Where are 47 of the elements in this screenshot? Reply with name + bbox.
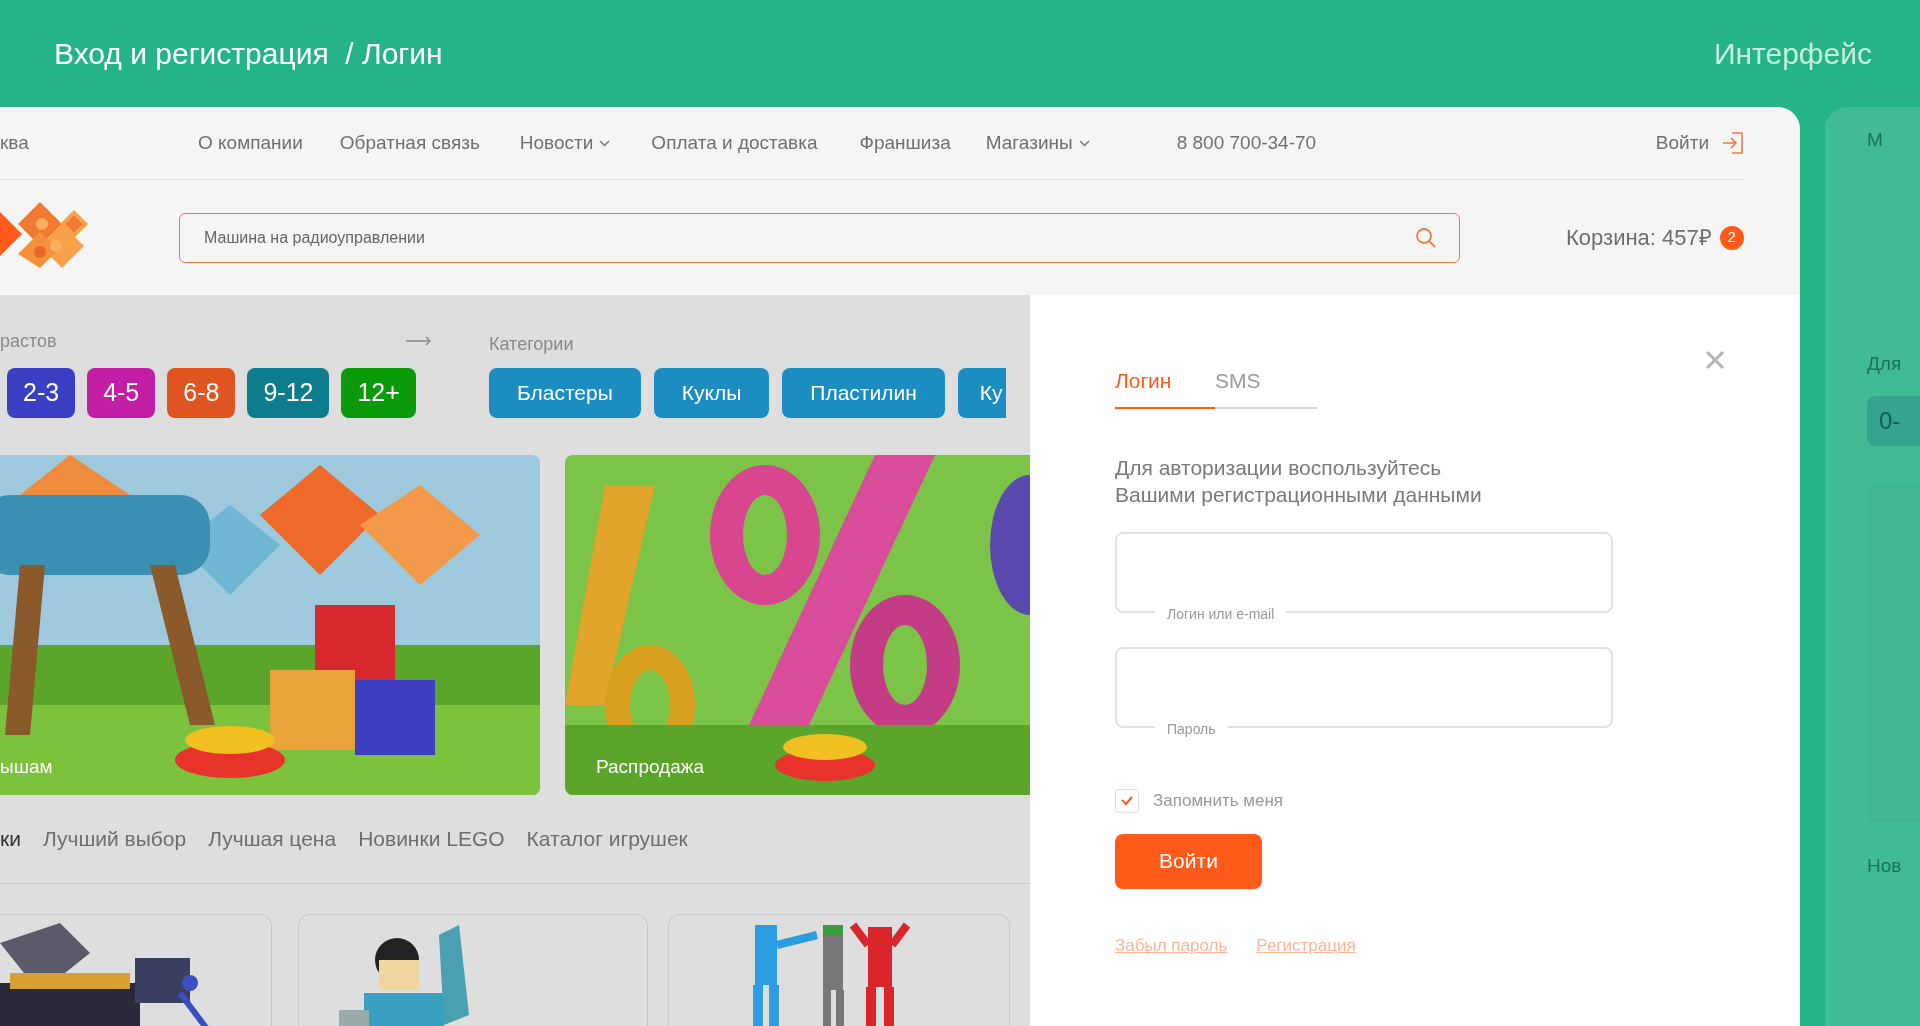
banner-caption[interactable]: Распродажа	[596, 752, 705, 781]
collection-tab[interactable]: Новинки LEGO	[358, 823, 505, 855]
phone-number: 8 800 700-34-70	[1176, 130, 1317, 155]
presentation-title: Вход и регистрация / Логин	[54, 36, 443, 72]
checkbox[interactable]	[1115, 788, 1139, 813]
nav-link[interactable]: Оплата и доставка	[651, 128, 818, 158]
age-filter-button[interactable]: 6-8	[167, 368, 236, 418]
city-label: М	[1867, 127, 1883, 152]
nav-link[interactable]: О компании	[198, 128, 303, 158]
check-icon	[1121, 795, 1133, 806]
age-filter-button[interactable]: 12+	[341, 368, 416, 418]
sign-in-icon	[1721, 131, 1745, 155]
collection-tab[interactable]: ки	[0, 823, 21, 855]
login-tab[interactable]: Логин	[1115, 365, 1215, 409]
category-button[interactable]: Куклы	[653, 368, 770, 418]
age-filter-button[interactable]: 4-5	[87, 368, 156, 418]
nav-link[interactable]: Магазины	[985, 128, 1090, 158]
search-field[interactable]: Машина на радиоуправлении	[179, 212, 1460, 263]
section-label: Для	[1867, 353, 1902, 374]
section-label: Интерфейс	[1713, 36, 1872, 72]
checkbox-label: Запомнить меня	[1153, 790, 1284, 813]
age-filter-button[interactable]: 9-12	[247, 368, 330, 418]
login-link[interactable]: Войти	[1655, 128, 1745, 158]
search-input[interactable]: Машина на радиоуправлении	[202, 224, 1415, 251]
nav-link[interactable]: Новости	[519, 128, 611, 158]
section-label: Нов	[1867, 854, 1902, 879]
collection-tab[interactable]: Каталог игрушек	[526, 823, 688, 855]
nav-link[interactable]: Обратная связь	[339, 128, 480, 158]
collection-tab[interactable]: Лучший выбор	[42, 823, 187, 855]
submit-button[interactable]: Войти	[1115, 833, 1262, 889]
login-tab[interactable]: SMS	[1215, 365, 1261, 409]
category-button[interactable]: Ку	[957, 368, 1006, 418]
collection-tab[interactable]: Лучшая цена	[208, 823, 337, 855]
age-filter-button[interactable]: 2-3	[7, 368, 76, 418]
cart-link[interactable]: Корзина: 457₽	[1566, 221, 1712, 254]
city-label[interactable]: ква	[0, 131, 29, 153]
section-label: Категории	[489, 334, 574, 354]
nav-link[interactable]: Франшиза	[859, 128, 951, 158]
cart-count-badge: 2	[1719, 225, 1744, 250]
arrow-right-icon[interactable]	[406, 336, 432, 346]
banner-caption[interactable]: ышам	[0, 752, 53, 781]
category-button[interactable]: Бластеры	[489, 368, 641, 418]
search-icon[interactable]	[1415, 226, 1437, 249]
category-button[interactable]: Пластилин	[782, 368, 945, 418]
section-label: растов	[0, 329, 57, 353]
product-card[interactable]	[0, 914, 272, 1026]
instruction-text: Для авторизации воспользуйтесь Вашими регистрационными данными	[1115, 454, 1483, 508]
